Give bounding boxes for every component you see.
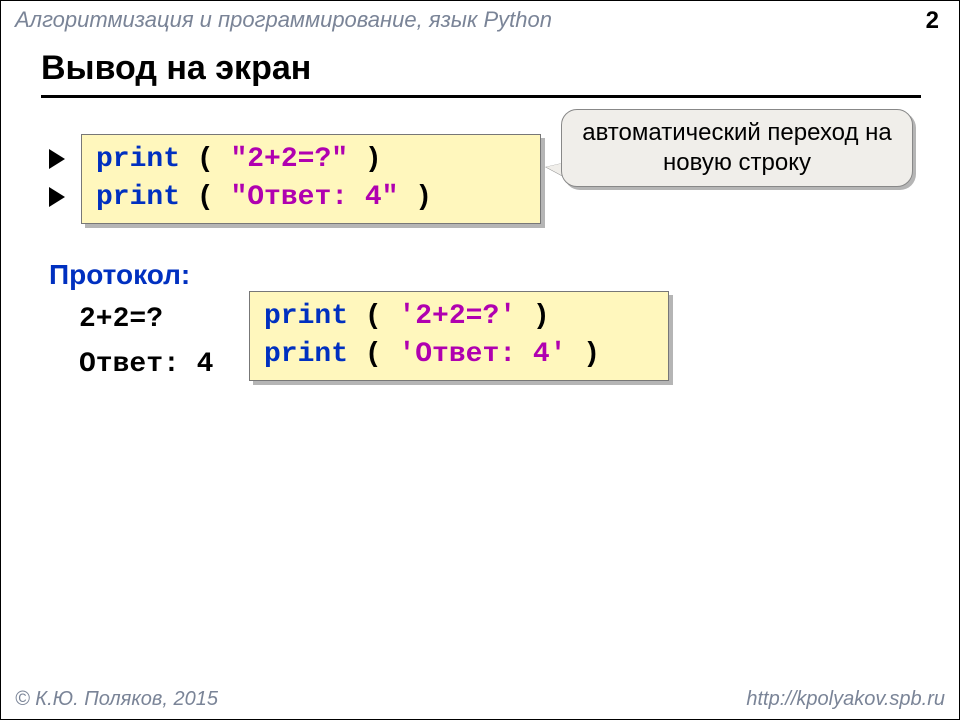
callout-bubble: автоматический переход на новую строку [561, 109, 913, 187]
code-line: print ( "2+2=?" ) [96, 141, 526, 179]
code-text: ( [180, 144, 230, 175]
keyword: print [96, 182, 180, 213]
code-text: ) [398, 182, 432, 213]
title-underline [41, 95, 921, 98]
code-box-1: print ( "2+2=?" ) print ( "Ответ: 4" ) [81, 134, 541, 224]
protocol-output-line: Ответ: 4 [79, 349, 213, 380]
page-number: 2 [926, 7, 939, 35]
footer-copyright: © К.Ю. Поляков, 2015 [15, 688, 218, 711]
slide: Алгоритмизация и программирование, язык … [0, 0, 960, 720]
string-literal: "2+2=?" [230, 144, 348, 175]
string-literal: "Ответ: 4" [230, 182, 398, 213]
code-line: print ( "Ответ: 4" ) [96, 179, 526, 217]
code-text: ) [566, 339, 600, 370]
footer-url: http://kpolyakov.spb.ru [746, 688, 945, 711]
code-text: ) [516, 301, 550, 332]
string-literal: '2+2=?' [398, 301, 516, 332]
subject-text: Алгоритмизация и программирование, язык … [15, 7, 552, 33]
triangle-icon [49, 187, 65, 207]
string-literal: 'Ответ: 4' [398, 339, 566, 370]
code-line: print ( 'Ответ: 4' ) [264, 336, 654, 374]
keyword: print [264, 339, 348, 370]
code-text: ( [348, 339, 398, 370]
triangle-icon [49, 149, 65, 169]
slide-title: Вывод на экран [41, 49, 311, 88]
code-text: ( [180, 182, 230, 213]
code-box-2: print ( '2+2=?' ) print ( 'Ответ: 4' ) [249, 291, 669, 381]
keyword: print [96, 144, 180, 175]
code-line: print ( '2+2=?' ) [264, 298, 654, 336]
keyword: print [264, 301, 348, 332]
protocol-output-line: 2+2=? [79, 304, 163, 335]
bullet-markers [49, 149, 65, 225]
protocol-label: Протокол: [49, 259, 190, 291]
code-text: ) [348, 144, 382, 175]
code-text: ( [348, 301, 398, 332]
